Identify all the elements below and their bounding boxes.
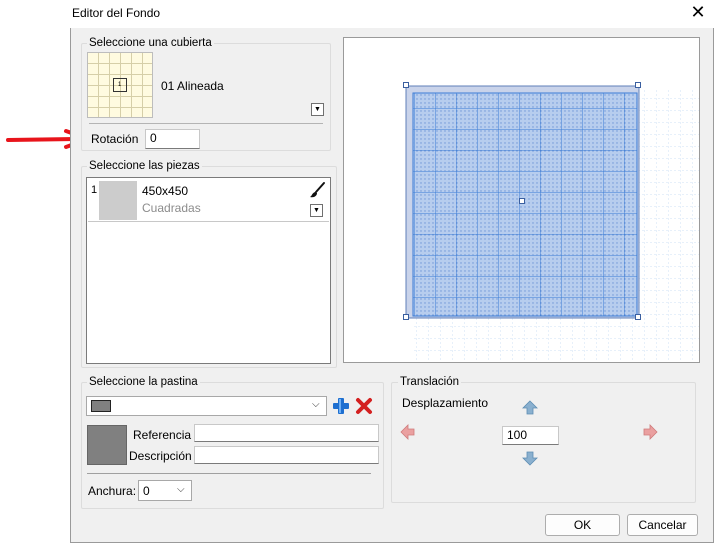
piezas-group-label: Seleccione las piezas [87, 160, 202, 172]
rotation-label: Rotación [91, 132, 139, 146]
chevron-down-icon: ⌵ [177, 484, 185, 495]
arrow-up-icon[interactable] [522, 400, 538, 416]
anchura-select[interactable]: 0 ⌵ [138, 480, 192, 501]
cubierta-divider [89, 123, 323, 124]
window-title: Editor del Fondo [72, 6, 161, 20]
list-item[interactable]: 1 450x450 Cuadradas ▼ [88, 179, 329, 222]
arrow-left-icon[interactable] [400, 424, 416, 440]
delete-icon[interactable] [355, 397, 373, 415]
cubierta-dropdown-button[interactable]: ▼ [311, 103, 324, 116]
chevron-down-icon: ⌵ [312, 399, 320, 410]
desplazamiento-label: Desplazamiento [402, 396, 489, 410]
rotation-input[interactable]: 0 [145, 129, 200, 149]
referencia-label: Referencia [133, 428, 192, 442]
traslacion-group-label: Translación [398, 376, 462, 388]
pieza-thumbnail [99, 181, 137, 220]
arrow-right-icon[interactable] [642, 424, 658, 440]
pastina-color-preview [87, 425, 127, 465]
list-item-index: 1 [91, 184, 98, 196]
close-icon[interactable]: ✕ [688, 3, 708, 23]
floor-preview [403, 82, 699, 362]
thumb-number: 1 [118, 82, 122, 88]
add-icon[interactable] [332, 397, 350, 415]
cubierta-name: 01 Alineada [161, 79, 224, 93]
descripcion-label: Descripción [129, 449, 192, 463]
pieza-dropdown-button[interactable]: ▼ [310, 204, 323, 217]
pieza-size: 450x450 [142, 184, 189, 198]
cubierta-thumbnail[interactable]: 1 [87, 52, 153, 118]
pastina-group-label: Seleccione la pastina [87, 376, 200, 388]
descripcion-input[interactable] [194, 446, 379, 464]
pastina-swatch [91, 400, 111, 412]
pastina-combobox[interactable]: ⌵ [86, 396, 327, 416]
brush-icon[interactable] [309, 181, 327, 199]
pastina-divider [87, 473, 371, 474]
cubierta-group-label: Seleccione una cubierta [87, 37, 214, 49]
arrow-down-icon[interactable] [522, 450, 538, 466]
referencia-input[interactable] [194, 424, 379, 442]
anchura-label: Anchura: [88, 484, 137, 498]
title-bar [70, 0, 714, 28]
pieza-type: Cuadradas [142, 201, 201, 215]
desplazamiento-input[interactable]: 100 [502, 426, 559, 445]
ok-button[interactable]: OK [545, 514, 620, 536]
cancel-button[interactable]: Cancelar [627, 514, 698, 536]
preview-canvas[interactable] [343, 37, 700, 363]
anchura-value: 0 [143, 484, 150, 498]
